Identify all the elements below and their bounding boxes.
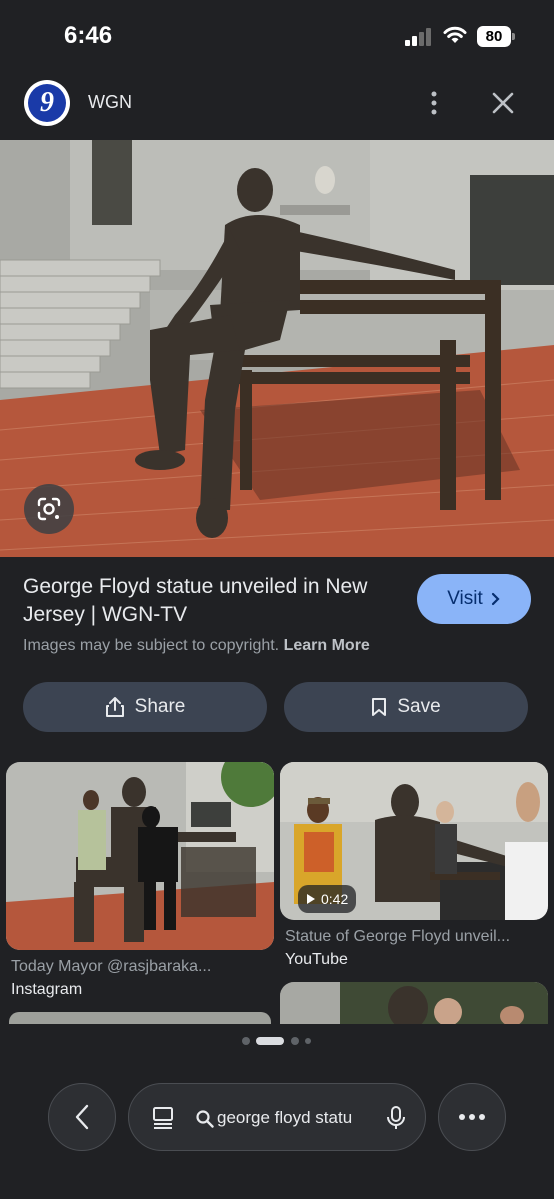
page-dot-active[interactable] [256, 1037, 284, 1045]
page-dot[interactable] [291, 1037, 299, 1045]
visit-label: Visit [447, 588, 483, 609]
site-name[interactable]: WGN [88, 92, 132, 113]
more-options-button[interactable] [438, 1083, 506, 1151]
share-label: Share [134, 696, 186, 717]
related-caption-1[interactable]: Today Mayor @rasjbaraka... [11, 958, 239, 976]
related-photo-4 [280, 982, 548, 1024]
wifi-icon [443, 26, 467, 43]
site-logo-text: 9 [40, 87, 54, 118]
tabs-icon[interactable] [151, 1106, 175, 1130]
more-vert-icon[interactable] [422, 90, 446, 116]
result-header: 9 WGN [0, 78, 554, 130]
status-bar: 6:46 80 [0, 0, 554, 70]
copyright-text: Images may be subject to copyright. [23, 637, 280, 654]
related-photo-1 [6, 762, 274, 950]
video-duration-badge: 0:42 [298, 885, 357, 913]
main-image[interactable] [0, 140, 554, 557]
google-lens-button[interactable] [24, 484, 74, 534]
search-icon [196, 1110, 214, 1128]
bookmark-icon [372, 698, 387, 716]
play-icon [307, 894, 315, 904]
share-icon [105, 697, 124, 717]
microphone-icon[interactable] [385, 1105, 407, 1131]
visit-button[interactable]: Visit [417, 574, 531, 624]
statue-photo [0, 140, 554, 557]
chevron-left-icon [75, 1104, 89, 1130]
search-query[interactable]: george floyd statu [217, 1108, 363, 1128]
bottom-toolbar: george floyd statu [0, 1080, 554, 1151]
pagination-dots [0, 1037, 554, 1045]
save-button[interactable]: Save [284, 682, 528, 732]
search-bar[interactable]: george floyd statu [128, 1083, 426, 1151]
site-logo[interactable]: 9 [24, 80, 70, 126]
page-dot[interactable] [305, 1038, 311, 1044]
related-caption-2[interactable]: Statue of George Floyd unveil... [285, 928, 541, 946]
share-button[interactable]: Share [23, 682, 267, 732]
related-source-2: YouTube [285, 951, 348, 968]
related-image-4[interactable] [280, 982, 548, 1024]
back-button[interactable] [48, 1083, 116, 1151]
more-horiz-icon [459, 1114, 485, 1120]
lens-icon [37, 497, 61, 521]
status-time: 6:46 [64, 22, 113, 49]
cellular-signal-icon [405, 28, 431, 46]
battery-level: 80 [477, 26, 511, 47]
copyright-notice: Images may be subject to copyright. Lear… [23, 637, 370, 655]
related-image-1[interactable] [6, 762, 274, 950]
learn-more-link[interactable]: Learn More [284, 637, 370, 654]
video-duration: 0:42 [321, 891, 349, 907]
page-dot[interactable] [242, 1037, 250, 1045]
related-image-3[interactable] [9, 1012, 271, 1024]
save-label: Save [397, 696, 441, 717]
result-title[interactable]: George Floyd statue unveiled in New Jers… [23, 573, 393, 629]
related-source-1: Instagram [11, 981, 83, 998]
chevron-right-icon [491, 592, 500, 606]
close-icon[interactable] [490, 90, 516, 116]
battery-indicator: 80 [477, 26, 517, 47]
